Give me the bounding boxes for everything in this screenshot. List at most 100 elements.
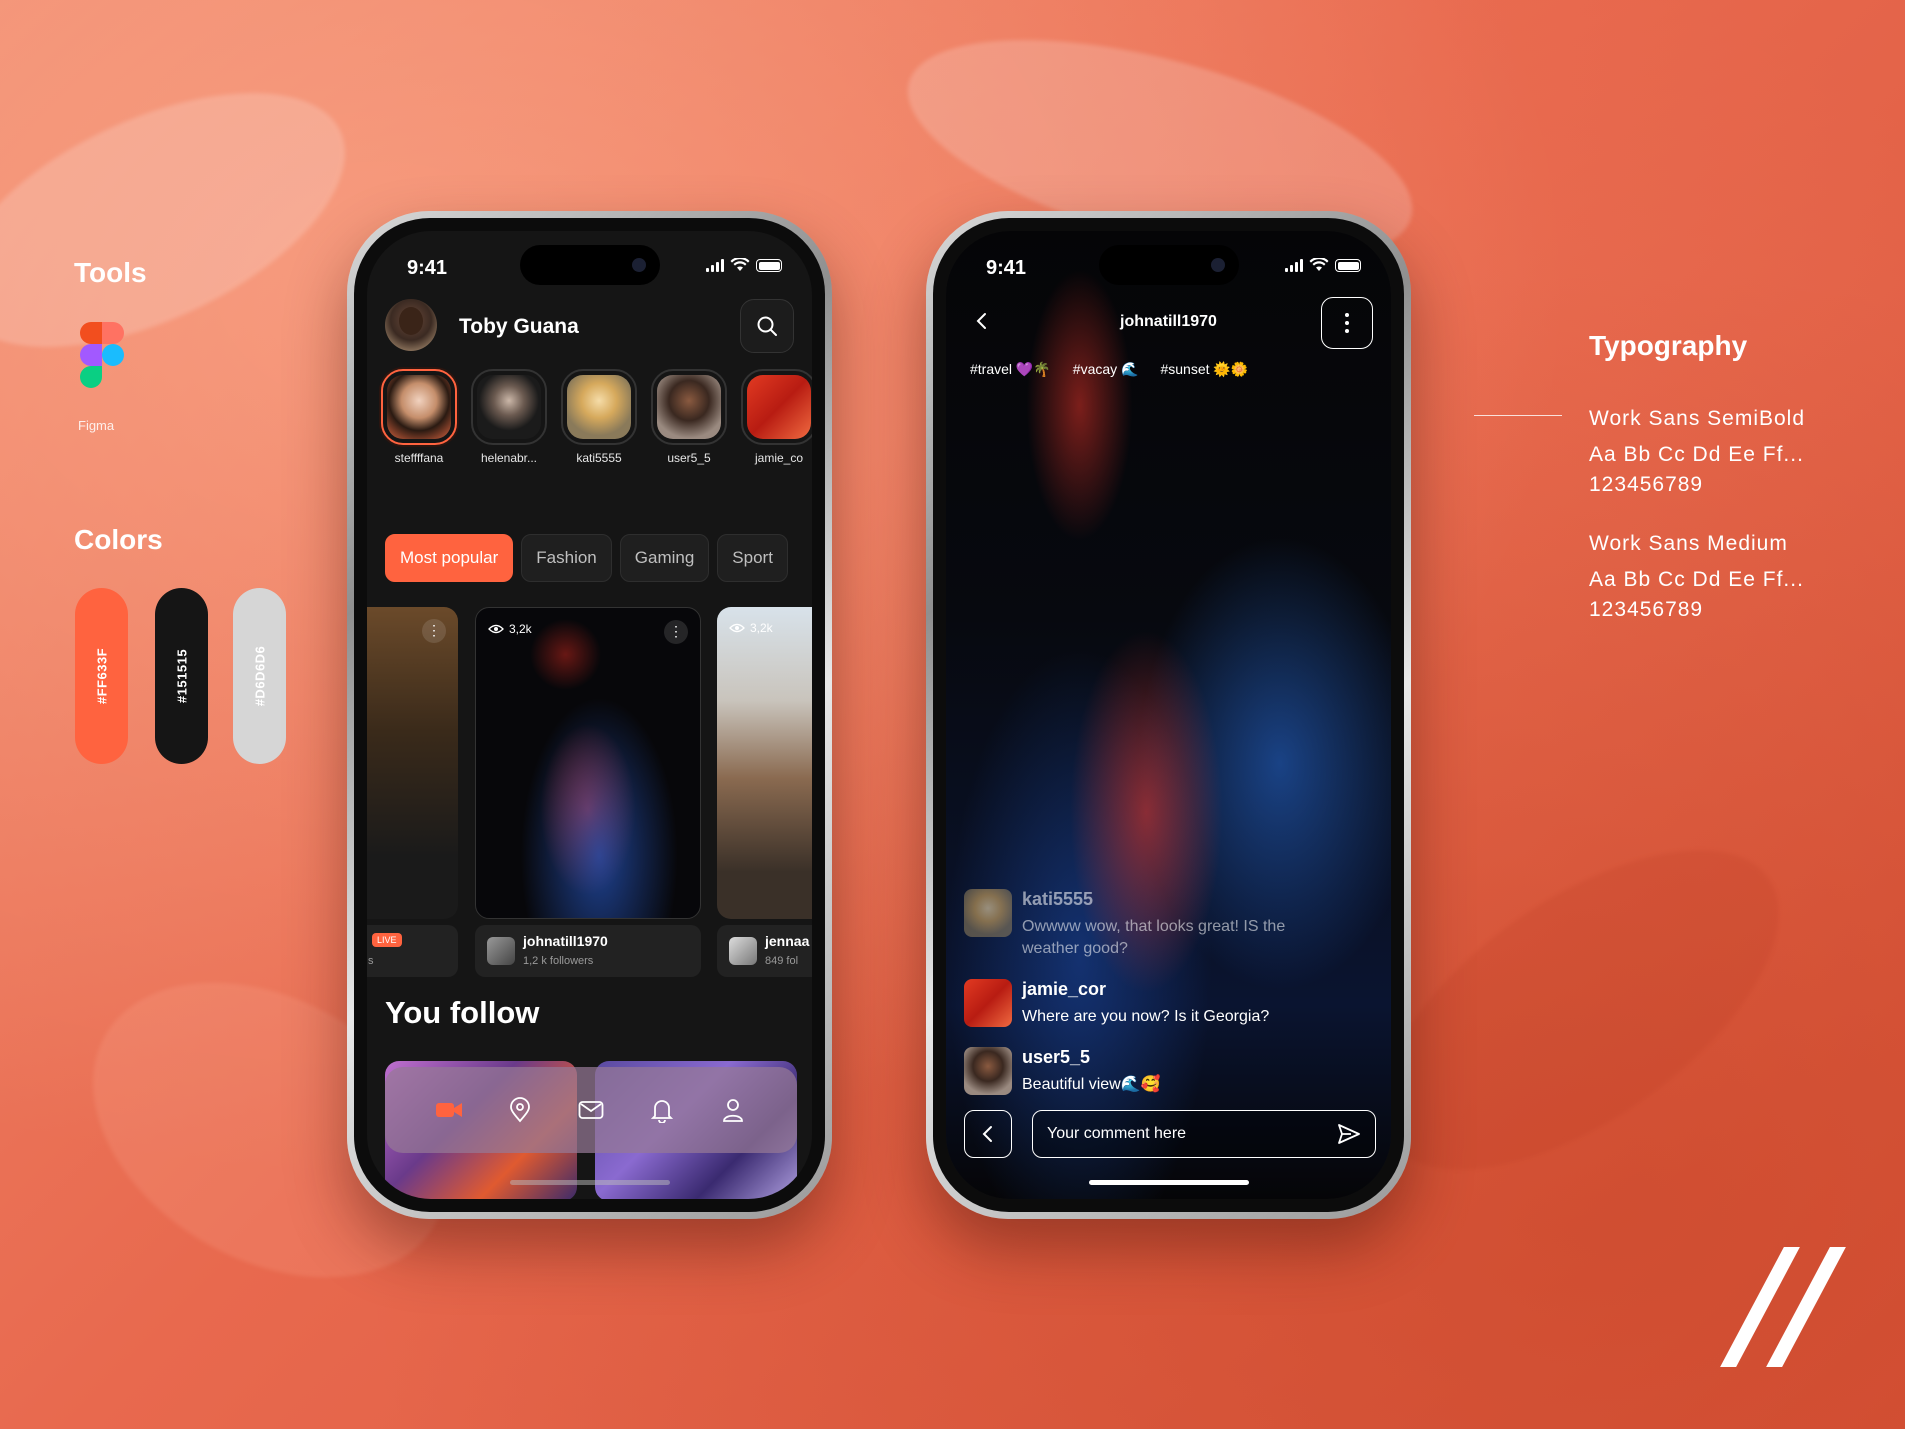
tab-location[interactable] [505, 1095, 535, 1125]
comment-user: kati5555 [1022, 889, 1094, 909]
story-name: kati5555 [576, 451, 622, 465]
status-icons [706, 258, 782, 272]
story-avatar [387, 375, 451, 439]
figma-label: Figma [78, 418, 115, 433]
chip-gaming[interactable]: Gaming [619, 534, 710, 582]
color-swatch-light: #D6D6D6 [233, 588, 286, 764]
color-swatch-dark: #151515 [155, 588, 208, 764]
hashtags: #travel 💜🌴 #vacay 🌊 #sunset 🌞🌼 [970, 361, 1248, 378]
chip-sport[interactable]: Sport [717, 534, 788, 582]
comment-input[interactable]: Your comment here [1032, 1110, 1376, 1158]
comment-user: user5_5 [1022, 1047, 1091, 1067]
card-followers: s [368, 955, 374, 967]
video-icon [435, 1103, 462, 1117]
views-count: 3,2k [488, 622, 532, 636]
card-followers: 849 fol [765, 955, 799, 967]
comment-text: Where are you now? Is it Georgia? [1022, 1008, 1270, 1025]
phone-stream: 9:41 johnatill1970 #travel 💜🌴 #vacay 🌊 #… [926, 211, 1411, 1219]
hashtag[interactable]: #travel 💜🌴 [970, 361, 1051, 378]
story-item[interactable]: helenabr... [471, 369, 547, 465]
views-value: 3,2k [509, 622, 532, 636]
stream-card[interactable]: ⋮ LIVE s [367, 607, 458, 977]
search-button[interactable] [740, 299, 794, 353]
wifi-icon [1309, 258, 1329, 271]
eye-icon [488, 624, 504, 634]
battery-icon [756, 259, 782, 272]
typography-title: Typography [1589, 330, 1748, 361]
stream-thumbnail: 3,2k ⋮ [475, 607, 701, 919]
stream-card[interactable]: 3,2k jennaa 849 fol [717, 607, 812, 977]
stream-screen: 9:41 johnatill1970 #travel 💜🌴 #vacay 🌊 #… [946, 231, 1391, 1199]
tab-messages[interactable] [576, 1095, 606, 1125]
home-indicator [509, 1180, 670, 1185]
dynamic-island [519, 245, 660, 285]
comment-placeholder: Your comment here [1047, 1125, 1187, 1142]
live-badge: LIVE [372, 933, 402, 947]
location-icon [509, 1097, 530, 1123]
dynamic-island [1098, 245, 1239, 285]
views-count: 3,2k [729, 621, 773, 635]
font2-digits: 123456789 [1589, 598, 1704, 621]
stream-thumbnail: 3,2k [717, 607, 812, 919]
status-icons [1285, 258, 1361, 272]
story-avatar [477, 375, 541, 439]
stream-cards: ⋮ LIVE s 3,2k ⋮ johnatill1970 1,2 k foll… [367, 607, 812, 979]
home-screen: 9:41 Toby Guana steffffana helenabr... k… [367, 231, 812, 1199]
story-avatar [567, 375, 631, 439]
stream-thumbnail: ⋮ [367, 607, 458, 919]
home-indicator [1088, 1180, 1249, 1185]
battery-icon [1335, 259, 1361, 272]
category-chips: Most popular Fashion Gaming Sport [385, 534, 788, 582]
font2-name: Work Sans Medium [1589, 532, 1788, 555]
chip-fashion[interactable]: Fashion [521, 534, 612, 582]
phone-home: 9:41 Toby Guana steffffana helenabr... k… [347, 211, 832, 1219]
story-item[interactable]: kati5555 [561, 369, 637, 465]
signal-icon [706, 259, 724, 272]
stories-row: steffffana helenabr... kati5555 user5_5 … [381, 369, 812, 465]
search-icon [757, 316, 777, 336]
tab-profile[interactable] [718, 1095, 748, 1125]
divider [1474, 415, 1562, 416]
figma-icon [80, 322, 124, 388]
story-name: steffffana [394, 451, 444, 465]
tab-video[interactable] [434, 1095, 464, 1125]
story-name: user5_5 [667, 451, 711, 465]
story-item[interactable]: jamie_co [741, 369, 812, 465]
tab-notifications[interactable] [647, 1095, 677, 1125]
avatar [729, 937, 757, 965]
avatar [487, 937, 515, 965]
avatar [964, 979, 1012, 1027]
stream-card[interactable]: 3,2k ⋮ johnatill1970 1,2 k followers [475, 607, 701, 977]
mail-icon [578, 1101, 604, 1119]
story-item[interactable]: user5_5 [651, 369, 727, 465]
comment-back-button[interactable] [964, 1110, 1012, 1158]
signal-icon [1285, 259, 1303, 272]
more-icon[interactable]: ⋮ [422, 619, 446, 643]
story-name: jamie_co [754, 451, 804, 465]
story-item[interactable]: steffffana [381, 369, 457, 465]
hashtag[interactable]: #sunset 🌞🌼 [1160, 361, 1248, 378]
card-username: johnatill1970 [523, 933, 608, 949]
chevron-left-icon [982, 1126, 992, 1142]
profile-icon [723, 1099, 744, 1122]
bell-icon [651, 1100, 674, 1123]
hashtag[interactable]: #vacay 🌊 [1073, 361, 1139, 378]
more-icon[interactable]: ⋮ [664, 620, 688, 644]
menu-button[interactable] [1321, 297, 1373, 349]
tab-bar [385, 1067, 797, 1153]
card-meta: LIVE s [367, 925, 458, 977]
comment-text: Beautiful view🌊🥰 [1022, 1076, 1161, 1093]
send-icon[interactable] [1337, 1123, 1361, 1145]
avatar [964, 1047, 1012, 1095]
chip-most-popular[interactable]: Most popular [385, 534, 514, 582]
story-name: helenabr... [480, 451, 538, 465]
swatch-label: #FF633F [94, 647, 109, 705]
profile-name: Toby Guana [459, 315, 579, 338]
status-time: 9:41 [407, 257, 448, 279]
eye-icon [729, 623, 745, 633]
tools-title: Tools [74, 257, 147, 288]
avatar[interactable] [385, 299, 437, 351]
section-title: You follow [385, 995, 540, 1030]
status-time: 9:41 [986, 257, 1027, 279]
font1-name: Work Sans SemiBold [1589, 407, 1806, 430]
